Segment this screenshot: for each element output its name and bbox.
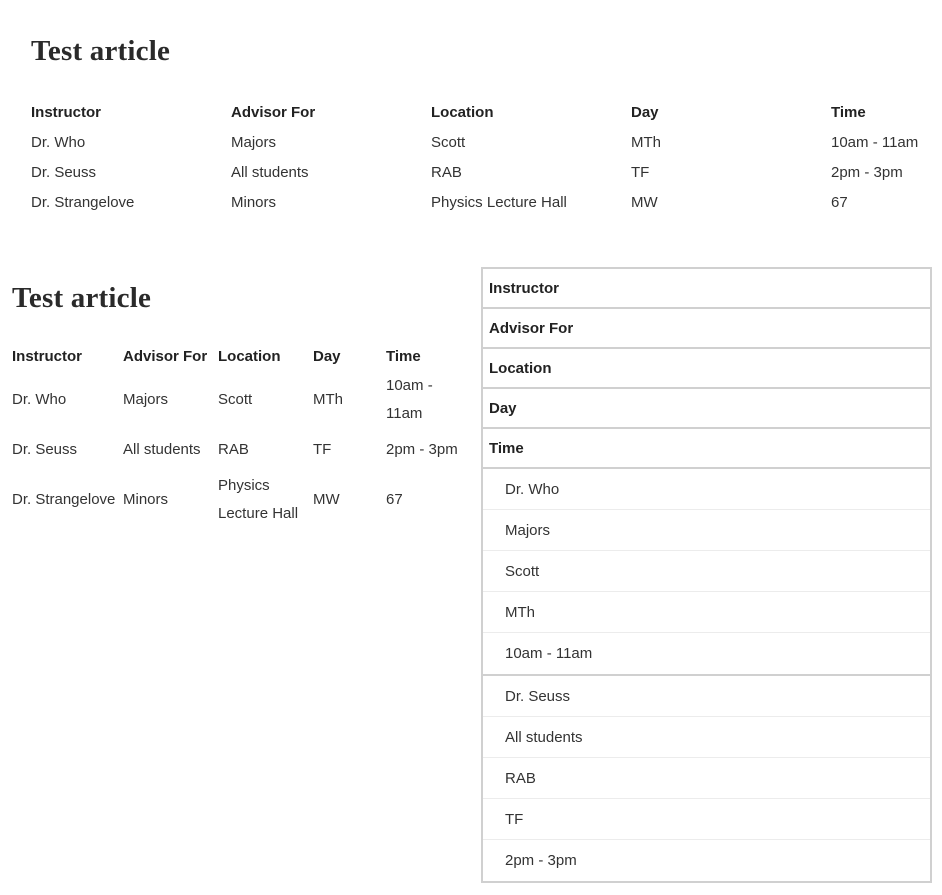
stacked-header-instructor: Instructor	[481, 267, 932, 309]
column-header-location: Location	[431, 103, 494, 121]
table-row: Dr. Strangelove Minors Physics Lecture H…	[12, 472, 472, 528]
stacked-cell-advisor-for: All students	[483, 717, 930, 758]
cell-location: RAB	[431, 163, 462, 181]
table-header-row: Instructor Advisor For Location Day Time	[31, 97, 931, 127]
cell-location: Physics Lecture Hall	[431, 193, 567, 211]
stacked-record: Dr. Who Majors Scott MTh 10am - 11am	[481, 469, 932, 676]
cell-day: TF	[631, 163, 650, 181]
cell-instructor: Dr. Who	[12, 391, 67, 408]
cell-time: 10am - 11am	[386, 377, 433, 422]
schedule-table-wide: Instructor Advisor For Location Day Time…	[31, 97, 931, 217]
column-header-time: Time	[831, 103, 866, 121]
stacked-record: Dr. Seuss All students RAB TF 2pm - 3pm	[481, 676, 932, 883]
cell-advisor-for: All students	[231, 163, 309, 181]
stacked-header-list: Instructor Advisor For Location Day Time	[481, 267, 932, 469]
stacked-cell-instructor: Dr. Seuss	[483, 676, 930, 717]
column-header-instructor: Instructor	[12, 348, 83, 365]
column-header-day: Day	[313, 348, 341, 365]
column-header-instructor: Instructor	[31, 103, 102, 121]
cell-day: MW	[631, 193, 658, 211]
table-row: Dr. Seuss All students RAB TF 2pm - 3pm	[31, 157, 931, 187]
cell-instructor: Dr. Seuss	[12, 441, 78, 458]
stacked-header-day: Day	[481, 387, 932, 429]
schedule-table-narrow: Instructor Advisor For Location Day Time…	[12, 342, 472, 528]
table-header-row: Instructor Advisor For Location Day Time	[12, 342, 472, 372]
stacked-cell-location: RAB	[483, 758, 930, 799]
stacked-header-location: Location	[481, 347, 932, 389]
cell-advisor-for: Majors	[123, 391, 169, 408]
column-header-day: Day	[631, 103, 659, 121]
cell-advisor-for: Majors	[231, 133, 277, 151]
cell-time: 2pm - 3pm	[831, 163, 903, 181]
stacked-cell-instructor: Dr. Who	[483, 469, 930, 510]
cell-day: MTh	[313, 391, 343, 408]
article-title: Test article	[31, 35, 171, 67]
stacked-cell-location: Scott	[483, 551, 930, 592]
column-header-time: Time	[386, 348, 421, 365]
cell-advisor-for: Minors	[123, 491, 169, 508]
article-wide: Test article Instructor Advisor For Loca…	[31, 33, 931, 211]
cell-day: MW	[313, 491, 340, 508]
cell-instructor: Dr. Seuss	[31, 163, 97, 181]
cell-time: 67	[831, 193, 848, 211]
cell-time: 10am - 11am	[831, 133, 919, 151]
cell-time: 2pm - 3pm	[386, 441, 458, 458]
cell-location: Physics Lecture Hall	[218, 477, 299, 522]
stacked-cell-day: TF	[483, 799, 930, 840]
cell-instructor: Dr. Who	[31, 133, 86, 151]
cell-instructor: Dr. Strangelove	[12, 491, 116, 508]
stacked-header-time: Time	[481, 427, 932, 469]
column-header-advisor-for: Advisor For	[123, 348, 208, 365]
cell-location: RAB	[218, 441, 249, 458]
cell-instructor: Dr. Strangelove	[31, 193, 135, 211]
table-row: Dr. Who Majors Scott MTh 10am - 11am	[12, 372, 472, 428]
cell-advisor-for: Minors	[231, 193, 277, 211]
cell-location: Scott	[218, 391, 253, 408]
cell-advisor-for: All students	[123, 441, 201, 458]
column-header-location: Location	[218, 348, 281, 365]
stacked-cell-time: 2pm - 3pm	[505, 852, 577, 869]
cell-day: TF	[313, 441, 332, 458]
column-header-advisor-for: Advisor For	[231, 103, 316, 121]
cell-day: MTh	[631, 133, 661, 151]
cell-time: 67	[386, 491, 403, 508]
stacked-cell-advisor-for: Majors	[483, 510, 930, 551]
cell-location: Scott	[431, 133, 466, 151]
stacked-cell-day: MTh	[483, 592, 930, 633]
article-title: Test article	[12, 282, 152, 314]
stacked-header-advisor-for: Advisor For	[481, 307, 932, 349]
table-row: Dr. Who Majors Scott MTh 10am - 11am	[31, 127, 931, 157]
stacked-cell-time: 10am - 11am	[505, 645, 593, 662]
table-row: Dr. Seuss All students RAB TF 2pm - 3pm	[12, 428, 472, 472]
schedule-table-stacked: Instructor Advisor For Location Day Time…	[481, 267, 932, 883]
table-row: Dr. Strangelove Minors Physics Lecture H…	[31, 187, 931, 217]
article-narrow: Test article Instructor Advisor For Loca…	[12, 280, 472, 522]
